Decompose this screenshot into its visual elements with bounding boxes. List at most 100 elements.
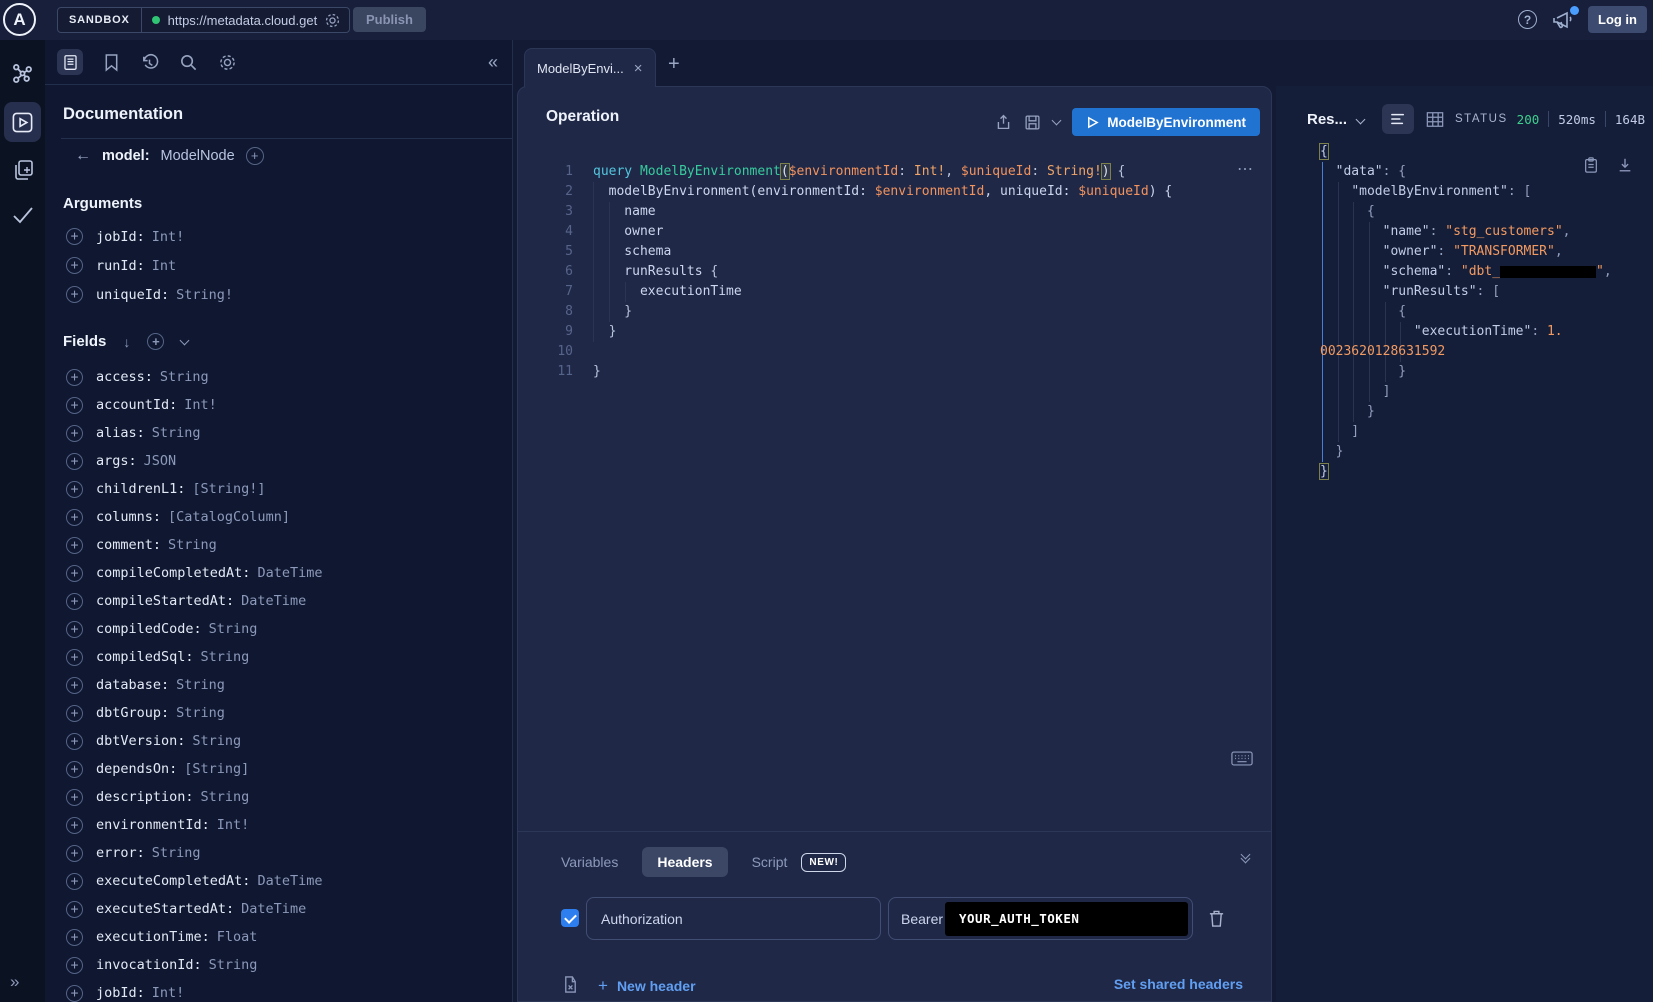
new-header-button[interactable]: + New header: [598, 976, 696, 996]
add-field-icon[interactable]: +: [66, 509, 83, 526]
expand-rail-icon[interactable]: »: [10, 972, 19, 992]
add-argument-icon[interactable]: +: [66, 257, 83, 274]
argument-type[interactable]: Int!: [152, 229, 185, 245]
field-type[interactable]: String: [192, 733, 241, 749]
header-value-input[interactable]: Bearer YOUR_AUTH_TOKEN: [888, 897, 1193, 940]
field-type[interactable]: String: [176, 677, 225, 693]
add-field-icon[interactable]: +: [66, 817, 83, 834]
argument-type[interactable]: String!: [176, 287, 233, 303]
endpoint-url-input[interactable]: https://metadata.cloud.get: [168, 13, 320, 28]
field-type[interactable]: String: [176, 705, 225, 721]
header-enabled-checkbox[interactable]: [561, 909, 579, 927]
chevron-down-icon[interactable]: [180, 335, 190, 345]
field-type[interactable]: DateTime: [241, 593, 306, 609]
add-field-icon[interactable]: +: [66, 901, 83, 918]
add-field-icon[interactable]: +: [66, 789, 83, 806]
add-field-icon[interactable]: +: [66, 705, 83, 722]
collapse-panel-icon[interactable]: «: [488, 52, 498, 73]
add-field-icon[interactable]: +: [66, 621, 83, 638]
field-type[interactable]: String: [201, 789, 250, 805]
add-field-icon[interactable]: +: [66, 957, 83, 974]
run-operation-button[interactable]: ModelByEnvironment: [1072, 108, 1260, 136]
operation-collections-icon[interactable]: [0, 158, 45, 182]
auth-token-redacted[interactable]: YOUR_AUTH_TOKEN: [945, 902, 1188, 936]
add-argument-icon[interactable]: +: [66, 228, 83, 245]
response-title[interactable]: Res...: [1307, 111, 1347, 128]
graphql-editor[interactable]: 1 query ModelByEnvironment($environmentI…: [518, 162, 1271, 382]
schema-graph-icon[interactable]: [0, 62, 45, 87]
saved-operations-bookmark-icon[interactable]: [103, 53, 120, 72]
response-json[interactable]: { "data": { "modelByEnvironment": [ { "n…: [1320, 142, 1649, 482]
add-field-icon[interactable]: +: [66, 369, 83, 386]
new-tab-icon[interactable]: +: [668, 53, 680, 76]
apollo-logo[interactable]: A: [3, 3, 36, 36]
header-key-input[interactable]: Authorization: [586, 897, 881, 940]
add-field-icon[interactable]: +: [66, 985, 83, 1002]
add-field-icon[interactable]: +: [66, 425, 83, 442]
help-icon[interactable]: ?: [1518, 10, 1537, 29]
checklist-icon[interactable]: [0, 203, 45, 227]
field-type[interactable]: String: [152, 425, 201, 441]
set-shared-headers-link[interactable]: Set shared headers: [1114, 976, 1243, 992]
argument-type[interactable]: Int: [152, 258, 176, 274]
field-type[interactable]: DateTime: [241, 901, 306, 917]
field-type[interactable]: String: [201, 649, 250, 665]
editor-more-menu-icon[interactable]: ⋯: [1237, 159, 1254, 179]
back-icon[interactable]: ←: [75, 147, 91, 165]
field-type[interactable]: String: [209, 621, 258, 637]
documentation-tab-active[interactable]: [57, 49, 83, 75]
operation-tab[interactable]: ModelByEnvi... ×: [524, 48, 656, 87]
close-tab-icon[interactable]: ×: [634, 60, 643, 77]
add-argument-icon[interactable]: +: [66, 286, 83, 303]
add-field-icon[interactable]: +: [66, 845, 83, 862]
field-type[interactable]: Float: [217, 929, 258, 945]
field-type[interactable]: String: [168, 537, 217, 553]
add-fields-icon[interactable]: +: [147, 333, 164, 350]
add-field-icon[interactable]: +: [66, 873, 83, 890]
delete-header-trash-icon[interactable]: [1208, 909, 1225, 928]
environment-variables-icon[interactable]: [562, 975, 579, 994]
field-type[interactable]: Int!: [217, 817, 250, 833]
explorer-nav-item-active[interactable]: [4, 102, 41, 142]
add-field-icon[interactable]: +: [66, 481, 83, 498]
add-field-icon[interactable]: +: [66, 593, 83, 610]
add-field-icon[interactable]: +: [66, 733, 83, 750]
add-field-icon[interactable]: +: [66, 537, 83, 554]
tab-script[interactable]: Script: [752, 854, 788, 870]
collapse-drawer-icon[interactable]: [1242, 851, 1249, 862]
search-icon[interactable]: [179, 53, 198, 72]
field-type[interactable]: DateTime: [257, 873, 322, 889]
field-type[interactable]: String: [152, 845, 201, 861]
add-field-icon[interactable]: +: [66, 565, 83, 582]
sort-fields-icon[interactable]: ↓: [123, 334, 130, 350]
field-type[interactable]: Int!: [152, 985, 185, 1001]
field-type[interactable]: String: [209, 957, 258, 973]
history-icon[interactable]: [140, 53, 159, 72]
endpoint-settings-gear-icon[interactable]: [324, 12, 341, 29]
save-dropdown-chevron-icon[interactable]: [1052, 116, 1062, 126]
tab-variables[interactable]: Variables: [561, 854, 618, 870]
field-type[interactable]: String: [160, 369, 209, 385]
share-icon[interactable]: [995, 113, 1012, 131]
keyboard-shortcuts-icon[interactable]: [1231, 751, 1253, 766]
settings-gear-icon[interactable]: [218, 53, 237, 72]
save-icon[interactable]: [1024, 114, 1041, 131]
field-type[interactable]: DateTime: [257, 565, 322, 581]
add-all-fields-icon[interactable]: +: [246, 147, 264, 165]
response-dropdown-chevron-icon[interactable]: [1356, 114, 1366, 124]
table-view-toggle-icon[interactable]: [1426, 111, 1444, 128]
field-type[interactable]: JSON: [144, 453, 177, 469]
login-button[interactable]: Log in: [1588, 6, 1647, 33]
field-type[interactable]: [String!]: [192, 481, 265, 497]
tab-headers[interactable]: Headers: [642, 847, 727, 877]
publish-button[interactable]: Publish: [353, 7, 426, 32]
add-field-icon[interactable]: +: [66, 761, 83, 778]
field-type[interactable]: [CatalogColumn]: [168, 509, 290, 525]
add-field-icon[interactable]: +: [66, 453, 83, 470]
add-field-icon[interactable]: +: [66, 929, 83, 946]
raw-view-toggle-active[interactable]: [1382, 104, 1414, 134]
add-field-icon[interactable]: +: [66, 649, 83, 666]
announcements-button[interactable]: [1551, 9, 1577, 31]
field-type[interactable]: Int!: [184, 397, 217, 413]
field-type[interactable]: [String]: [184, 761, 249, 777]
